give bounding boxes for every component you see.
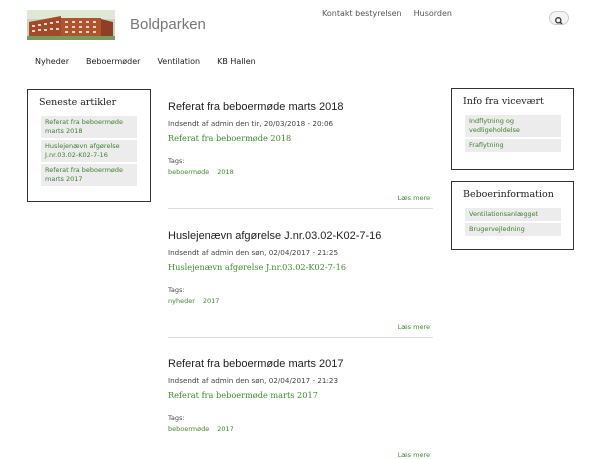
resident-info-title: Beboerinformation xyxy=(463,189,554,200)
tag-link[interactable]: 2017 xyxy=(203,297,220,305)
article-tags: nyheder 2017 xyxy=(168,297,433,305)
tag-link[interactable]: 2017 xyxy=(217,425,234,433)
article-divider xyxy=(168,208,433,209)
info-caretaker-title: Info fra vicevært xyxy=(463,96,544,107)
site-logo[interactable] xyxy=(27,10,115,40)
nav-item-ventilation[interactable]: Ventilation xyxy=(157,57,200,66)
read-more-link[interactable]: Læs mere xyxy=(168,451,430,459)
info-item[interactable]: Indflytning og vedligeholdelse xyxy=(465,115,561,137)
search-icon xyxy=(555,17,563,25)
recent-articles-list: Referat fra beboermøde marts 2018 Huslej… xyxy=(41,116,137,186)
toplink-kontakt-bestyrelsen[interactable]: Kontakt bestyrelsen xyxy=(322,9,402,18)
tag-link[interactable]: beboermøde xyxy=(168,425,209,433)
tag-link[interactable]: nyheder xyxy=(168,297,195,305)
nav-item-nyheder[interactable]: Nyheder xyxy=(35,57,69,66)
article-meta: Indsendt af admin den tir, 20/03/2018 - … xyxy=(168,119,334,128)
recent-articles-block: Seneste artikler Referat fra beboermøde … xyxy=(27,89,151,202)
article-tags: beboermøde 2017 xyxy=(168,425,433,433)
nav-item-beboermoder[interactable]: Beboermøder xyxy=(86,57,140,66)
article-title[interactable]: Huslejenævn afgørelse J.nr.03.02-K02-7-1… xyxy=(168,230,433,243)
article-title[interactable]: Referat fra beboermøde marts 2018 xyxy=(168,101,433,114)
recent-article-item[interactable]: Huslejenævn afgørelse J.nr.03.02-K02-7-1… xyxy=(41,140,137,162)
resident-info-list: Ventilationsanlægget Brugervejledning xyxy=(465,208,561,236)
article: Referat fra beboermøde marts 2018 Indsen… xyxy=(168,101,433,209)
article-divider xyxy=(168,337,433,338)
tags-label: Tags: xyxy=(168,157,185,165)
recent-articles-title: Seneste artikler xyxy=(39,97,117,108)
read-more-link[interactable]: Læs mere xyxy=(168,194,430,202)
toplink-husorden[interactable]: Husorden xyxy=(414,9,452,18)
tags-label: Tags: xyxy=(168,414,185,422)
main-nav: Nyheder Beboermøder Ventilation KB Halle… xyxy=(35,57,256,66)
site-name[interactable]: Boldparken xyxy=(130,16,206,33)
article-attachment-link[interactable]: Referat fra beboermøde marts 2017 xyxy=(168,390,433,400)
article-attachment-link[interactable]: Huslejenævn afgørelse J.nr.03.02-K02-7-1… xyxy=(168,262,433,272)
article: Referat fra beboermøde marts 2017 Indsen… xyxy=(168,358,433,459)
article: Huslejenævn afgørelse J.nr.03.02-K02-7-1… xyxy=(168,230,433,338)
tag-link[interactable]: 2018 xyxy=(217,168,234,176)
info-caretaker-block: Info fra vicevært Indflytning og vedlige… xyxy=(451,88,574,170)
tags-label: Tags: xyxy=(168,286,185,294)
article-meta: Indsendt af admin den søn, 02/04/2017 - … xyxy=(168,248,339,257)
article-meta: Indsendt af admin den søn, 02/04/2017 - … xyxy=(168,376,339,385)
recent-article-item[interactable]: Referat fra beboermøde marts 2018 xyxy=(41,116,137,138)
recent-article-item[interactable]: Referat fra beboermøde marts 2017 xyxy=(41,164,137,186)
tag-link[interactable]: beboermøde xyxy=(168,168,209,176)
nav-item-kb-hallen[interactable]: KB Hallen xyxy=(217,57,256,66)
info-item[interactable]: Fraflytning xyxy=(465,139,561,152)
resident-info-block: Beboerinformation Ventilationsanlægget B… xyxy=(451,181,574,250)
article-title[interactable]: Referat fra beboermøde marts 2017 xyxy=(168,358,433,371)
resident-info-item[interactable]: Brugervejledning xyxy=(465,223,561,236)
top-links: Kontakt bestyrelsen Husorden xyxy=(322,9,452,18)
article-tags: beboermøde 2018 xyxy=(168,168,433,176)
resident-info-item[interactable]: Ventilationsanlægget xyxy=(465,208,561,221)
search-button[interactable] xyxy=(549,11,569,25)
info-caretaker-list: Indflytning og vedligeholdelse Fraflytni… xyxy=(465,115,561,152)
article-attachment-link[interactable]: Referat fra beboermøde 2018 xyxy=(168,133,433,143)
read-more-link[interactable]: Læs mere xyxy=(168,323,430,331)
